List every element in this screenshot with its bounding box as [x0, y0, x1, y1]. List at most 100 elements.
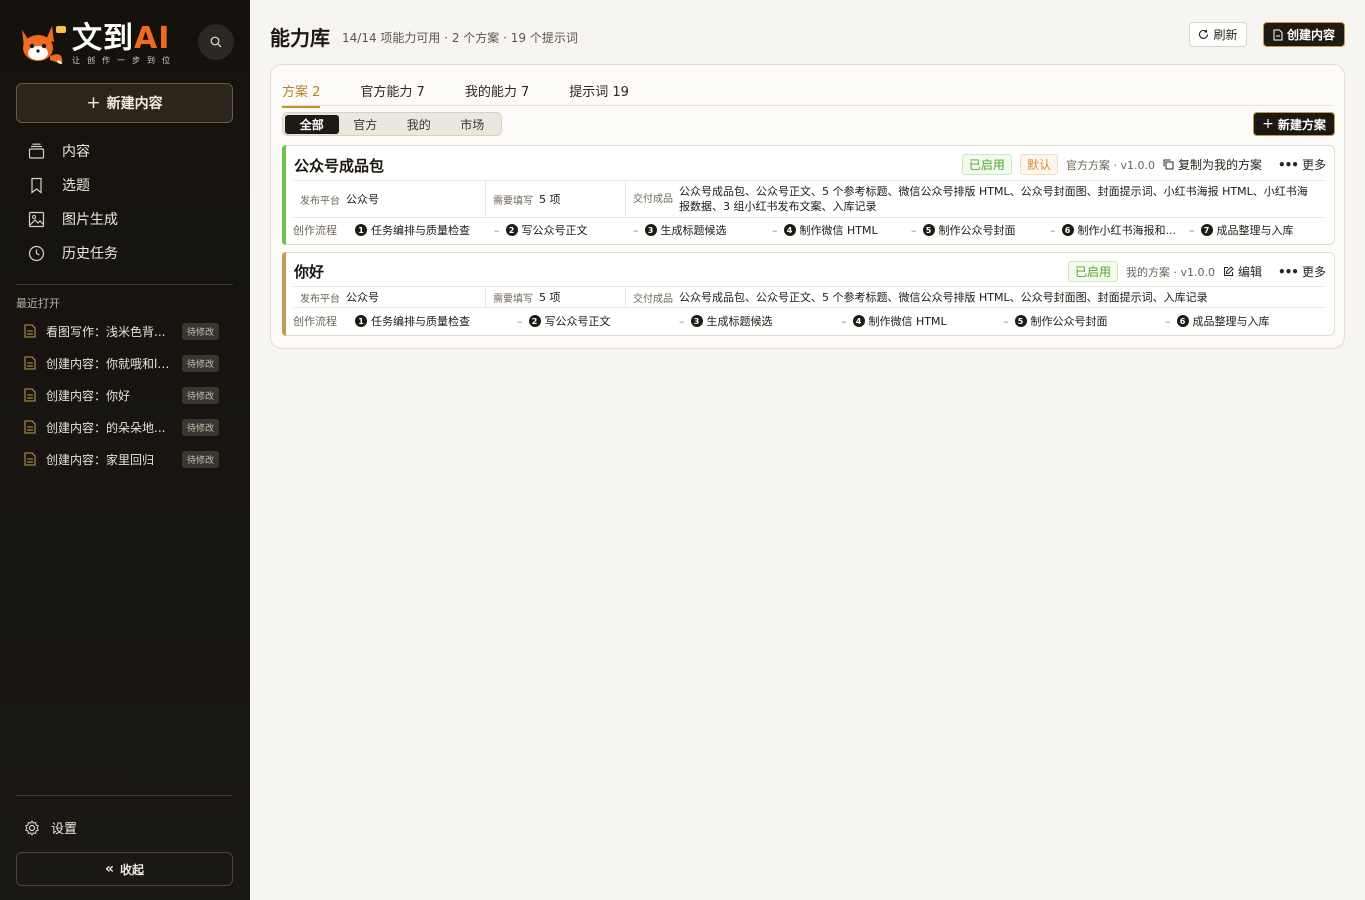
tab-bar: 方案 2 官方能力 7 我的能力 7 提示词 19 — [282, 81, 669, 108]
status-badge: 待修改 — [182, 450, 220, 468]
fox-mascot-icon — [16, 20, 68, 68]
collapse-button[interactable]: « 收起 — [16, 852, 233, 886]
sidebar-item-label: 选题 — [62, 178, 90, 194]
more-button[interactable]: ••• 更多 — [1278, 263, 1326, 280]
platform-cell: 发布平台 公众号 — [293, 181, 486, 217]
copy-plan-button[interactable]: 复制为我的方案 — [1163, 156, 1262, 173]
brand-title: 文到AI — [72, 21, 171, 56]
tab-plans[interactable]: 方案 2 — [282, 81, 321, 108]
double-chevron-left-icon: « — [104, 861, 115, 877]
deliverables-label: 交付成品 — [633, 193, 673, 205]
recent-item[interactable]: 创建内容：你就哦和ll... 待修改 — [16, 347, 233, 379]
capability-panel: 方案 2 官方能力 7 我的能力 7 提示词 19 全部 官方 我的 市场 + … — [270, 64, 1345, 349]
flow-step: –7 成品整理与入库 — [1189, 223, 1294, 238]
status-badge: 待修改 — [182, 386, 220, 404]
platform-value: 公众号 — [346, 291, 379, 304]
recent-item-label: 创建内容：家里回归 — [46, 452, 155, 467]
more-button[interactable]: ••• 更多 — [1278, 156, 1326, 173]
required-label: 需要填写 — [493, 293, 533, 305]
required-cell: 需要填写 5 项 — [486, 287, 626, 307]
refresh-button[interactable]: 刷新 — [1189, 22, 1247, 47]
sidebar-item-topics[interactable]: 选题 — [16, 168, 233, 202]
document-icon — [24, 452, 36, 466]
deliverables-cell: 交付成品 公众号成品包、公众号正文、5 个参考标题、微信公众号排版 HTML、公… — [626, 287, 1324, 307]
tab-official-capabilities[interactable]: 官方能力 7 — [360, 81, 424, 108]
sidebar-nav: 内容 选题 图片生成 历史任务 — [16, 134, 233, 270]
tab-prompts[interactable]: 提示词 19 — [569, 81, 629, 108]
tab-my-capabilities[interactable]: 我的能力 7 — [465, 81, 529, 108]
deliverables-label: 交付成品 — [633, 293, 673, 305]
filter-official[interactable]: 官方 — [339, 115, 393, 134]
recent-item[interactable]: 创建内容：家里回归 待修改 — [16, 443, 233, 475]
filter-market[interactable]: 市场 — [446, 115, 500, 134]
plan-title: 你好 — [294, 263, 325, 281]
flow-step: –4 制作微信 HTML — [841, 314, 947, 329]
file-icon — [1273, 29, 1283, 40]
collapse-label: 收起 — [120, 862, 145, 877]
new-content-button[interactable]: + 新建内容 — [16, 83, 233, 123]
default-badge: 默认 — [1019, 154, 1058, 175]
deliverables-value: 公众号成品包、公众号正文、5 个参考标题、微信公众号排版 HTML、公众号封面图… — [679, 185, 1308, 213]
sidebar: 文到AI 让创作一步到位 + 新建内容 内容 选题 图片生成 历史任务 最近打开… — [0, 0, 250, 900]
more-label: 更多 — [1301, 265, 1326, 279]
layers-icon — [28, 143, 45, 159]
recent-item[interactable]: 看图写作：浅米色背... 待修改 — [16, 315, 233, 347]
plan-card[interactable]: 公众号成品包 已启用 默认 官方方案 · v1.0.0 复制为我的方案 ••• … — [282, 145, 1335, 245]
plan-title: 公众号成品包 — [294, 157, 385, 175]
sidebar-item-image-generation[interactable]: 图片生成 — [16, 202, 233, 236]
deliverables-value: 公众号成品包、公众号正文、5 个参考标题、微信公众号排版 HTML、公众号封面图… — [679, 291, 1208, 304]
flow-label: 创作流程 — [293, 224, 337, 237]
platform-cell: 发布平台 公众号 — [293, 287, 486, 307]
plan-flow: 创作流程 1 任务编排与质量检查 –2 写公众号正文 –3 生成标题候选 –4 制作微信… — [293, 313, 1324, 329]
edit-plan-button[interactable]: 编辑 — [1223, 263, 1262, 280]
new-plan-button[interactable]: + 新建方案 — [1253, 112, 1335, 136]
tabs-divider — [282, 105, 1333, 106]
filter-all[interactable]: 全部 — [285, 114, 339, 134]
required-value: 5 项 — [539, 291, 561, 304]
new-plan-label: 新建方案 — [1277, 117, 1326, 132]
sidebar-divider — [16, 284, 233, 285]
plan-card[interactable]: 你好 已启用 我的方案 · v1.0.0 编辑 ••• 更多 发布平台 公众号 … — [282, 252, 1335, 336]
required-value: 5 项 — [539, 193, 561, 206]
deliverables-cell: 交付成品 公众号成品包、公众号正文、5 个参考标题、微信公众号排版 HTML、公… — [626, 181, 1324, 217]
flow-step: 1 任务编排与质量检查 — [355, 222, 494, 238]
main-content: 能力库 14/14 项能力可用 · 2 个方案 · 19 个提示词 刷新 创建内… — [250, 0, 1365, 900]
plus-icon: + — [1262, 116, 1274, 132]
search-button[interactable] — [198, 24, 234, 60]
status-badge: 待修改 — [182, 418, 220, 436]
plan-meta: 官方方案 · v1.0.0 — [1065, 158, 1155, 172]
recent-item-label: 看图写作：浅米色背... — [46, 324, 166, 339]
filter-mine[interactable]: 我的 — [392, 115, 446, 134]
document-icon — [24, 356, 36, 370]
flow-step: –2 写公众号正文 — [517, 314, 611, 329]
flow-step: –5 制作公众号封面 — [911, 223, 1016, 238]
plan-info-row: 发布平台 公众号 需要填写 5 项 交付成品 公众号成品包、公众号正文、5 个参… — [293, 180, 1324, 218]
more-dots-icon: ••• — [1277, 264, 1299, 279]
flow-label: 创作流程 — [293, 315, 337, 328]
copy-icon — [1163, 159, 1174, 170]
sidebar-item-content[interactable]: 内容 — [16, 134, 233, 168]
flow-step: –6 制作小红书海报和... — [1050, 223, 1176, 238]
recent-title: 最近打开 — [16, 297, 60, 310]
recent-item-label: 创建内容：你好 — [46, 388, 131, 403]
sidebar-item-history[interactable]: 历史任务 — [16, 236, 233, 270]
recent-item[interactable]: 创建内容：你好 待修改 — [16, 379, 233, 411]
copy-plan-label: 复制为我的方案 — [1177, 158, 1262, 172]
status-badge: 待修改 — [182, 354, 220, 372]
settings-button[interactable]: 设置 — [24, 818, 77, 837]
flow-step: –3 生成标题候选 — [633, 223, 727, 238]
search-icon — [210, 36, 222, 48]
plus-icon: + — [86, 93, 101, 113]
gear-icon — [25, 819, 39, 836]
image-icon — [28, 211, 45, 227]
recent-item[interactable]: 创建内容：的朵朵地... 待修改 — [16, 411, 233, 443]
more-dots-icon: ••• — [1277, 157, 1299, 172]
plan-info-row: 发布平台 公众号 需要填写 5 项 交付成品 公众号成品包、公众号正文、5 个参… — [293, 286, 1324, 308]
brand-logo[interactable]: 文到AI 让创作一步到位 — [16, 20, 177, 68]
page-title: 能力库 — [270, 26, 330, 50]
document-icon — [24, 324, 36, 338]
sidebar-divider — [16, 795, 233, 796]
edit-icon — [1223, 266, 1234, 276]
create-content-button[interactable]: 创建内容 — [1263, 22, 1345, 47]
platform-label: 发布平台 — [300, 195, 340, 207]
